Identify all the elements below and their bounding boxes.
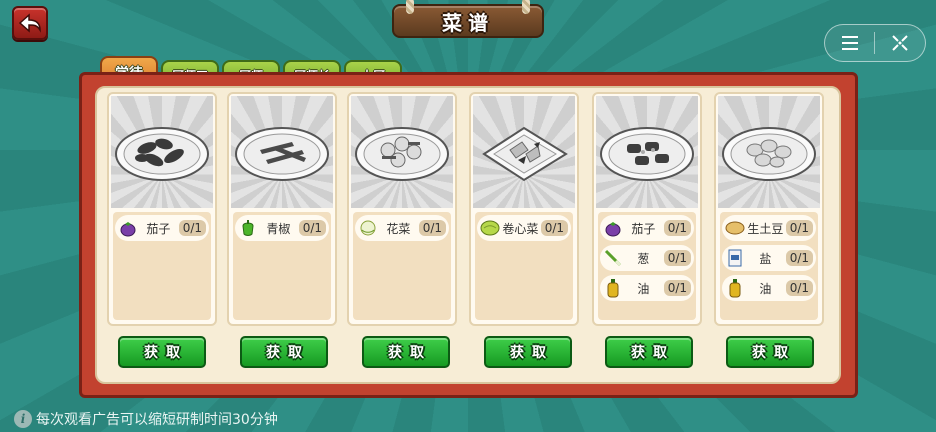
mini-program-capsule bbox=[824, 24, 926, 62]
cauliflower-icon bbox=[358, 218, 378, 238]
close-button[interactable] bbox=[891, 34, 909, 52]
ingredient-count: 0/1 bbox=[178, 220, 206, 236]
dish-image bbox=[473, 96, 575, 208]
ingredient-list: 茄子 0/1 葱 0/1 油 0/1 bbox=[598, 212, 696, 320]
ingredient-name: 油 bbox=[637, 281, 650, 296]
get-button[interactable]: 获取 bbox=[118, 336, 206, 368]
scallion-icon bbox=[603, 248, 623, 268]
ingredient-row: 茄子 0/1 bbox=[115, 215, 209, 241]
ingredient-row: 生土豆 0/1 bbox=[722, 215, 816, 241]
ingredient-list: 青椒 0/1 bbox=[233, 212, 331, 320]
dish-plate-icon bbox=[600, 127, 694, 181]
get-button[interactable]: 获取 bbox=[240, 336, 328, 368]
back-button[interactable] bbox=[12, 6, 48, 40]
close-icon bbox=[892, 35, 908, 51]
get-button[interactable]: 获取 bbox=[484, 336, 572, 368]
rope-left bbox=[406, 0, 414, 14]
ingredient-count: 0/1 bbox=[785, 280, 813, 296]
ingredient-row: 葱 0/1 bbox=[600, 245, 694, 271]
ingredient-count: 0/1 bbox=[540, 220, 568, 236]
recipe-card[interactable]: 茄子 0/1 bbox=[107, 92, 217, 326]
ingredient-count: 0/1 bbox=[785, 250, 813, 266]
ingredient-count: 0/1 bbox=[663, 250, 691, 266]
dish-plate-icon bbox=[355, 127, 449, 181]
get-button[interactable]: 获取 bbox=[726, 336, 814, 368]
recipe-card[interactable]: 卷心菜 0/1 bbox=[469, 92, 579, 326]
ingredient-list: 花菜 0/1 bbox=[353, 212, 451, 320]
ingredient-count: 0/1 bbox=[785, 220, 813, 236]
ingredient-name: 盐 bbox=[759, 251, 772, 266]
dish-image bbox=[111, 96, 213, 208]
dish-plate-icon bbox=[235, 127, 329, 181]
menu-button[interactable] bbox=[841, 35, 859, 51]
ingredient-row: 花菜 0/1 bbox=[355, 215, 449, 241]
ad-tip-text: 每次观看广告可以缩短研制时间30分钟 bbox=[36, 412, 278, 428]
ingredient-list: 生土豆 0/1 盐 0/1 油 0/1 bbox=[720, 212, 818, 320]
oil-bottle-icon bbox=[725, 278, 745, 298]
ingredient-list: 卷心菜 0/1 bbox=[475, 212, 573, 320]
ingredient-count: 0/1 bbox=[663, 280, 691, 296]
ingredient-row: 卷心菜 0/1 bbox=[477, 215, 571, 241]
title-sign: 菜谱 bbox=[392, 0, 544, 38]
ingredient-row: 茄子 0/1 bbox=[600, 215, 694, 241]
cabbage-icon bbox=[480, 218, 500, 238]
dish-plate-icon bbox=[482, 126, 568, 182]
dish-image bbox=[596, 96, 698, 208]
info-icon: i bbox=[14, 410, 32, 428]
dish-plate-icon bbox=[722, 127, 816, 181]
get-button[interactable]: 获取 bbox=[605, 336, 693, 368]
ingredient-name: 油 bbox=[759, 281, 772, 296]
rope-right bbox=[522, 0, 530, 14]
ad-tip: i 每次观看广告可以缩短研制时间30分钟 bbox=[14, 408, 278, 430]
dish-plate-icon bbox=[115, 127, 209, 181]
ingredient-row: 油 0/1 bbox=[722, 275, 816, 301]
ingredient-count: 0/1 bbox=[663, 220, 691, 236]
ingredient-name: 茄子 bbox=[146, 221, 171, 236]
ingredient-count: 0/1 bbox=[418, 220, 446, 236]
eggplant-icon bbox=[603, 218, 623, 238]
dish-image bbox=[231, 96, 333, 208]
ingredient-name: 卷心菜 bbox=[502, 221, 539, 236]
oil-bottle-icon bbox=[603, 278, 623, 298]
ingredient-name: 青椒 bbox=[266, 221, 291, 236]
ingredient-row: 青椒 0/1 bbox=[235, 215, 329, 241]
back-arrow-icon bbox=[18, 13, 41, 33]
recipe-card[interactable]: 花菜 0/1 bbox=[347, 92, 457, 326]
ingredient-name: 茄子 bbox=[631, 221, 656, 236]
potato-icon bbox=[725, 218, 745, 238]
salt-icon bbox=[725, 248, 745, 268]
dish-image bbox=[351, 96, 453, 208]
green-pepper-icon bbox=[238, 218, 258, 238]
ingredient-name: 生土豆 bbox=[747, 221, 784, 236]
ingredient-row: 盐 0/1 bbox=[722, 245, 816, 271]
eggplant-icon bbox=[118, 218, 138, 238]
ingredient-name: 葱 bbox=[637, 251, 650, 266]
recipe-card[interactable]: 青椒 0/1 bbox=[227, 92, 337, 326]
recipe-card[interactable]: 茄子 0/1 葱 0/1 油 0/1 bbox=[592, 92, 702, 326]
menu-icon bbox=[841, 36, 858, 50]
get-button[interactable]: 获取 bbox=[362, 336, 450, 368]
recipe-card[interactable]: 生土豆 0/1 盐 0/1 油 0/1 bbox=[714, 92, 824, 326]
ingredient-list: 茄子 0/1 bbox=[113, 212, 211, 320]
page-title: 菜谱 bbox=[442, 10, 494, 35]
ingredient-name: 花菜 bbox=[386, 221, 411, 236]
dish-image bbox=[718, 96, 820, 208]
capsule-divider bbox=[874, 32, 876, 54]
ingredient-count: 0/1 bbox=[298, 220, 326, 236]
ingredient-row: 油 0/1 bbox=[600, 275, 694, 301]
